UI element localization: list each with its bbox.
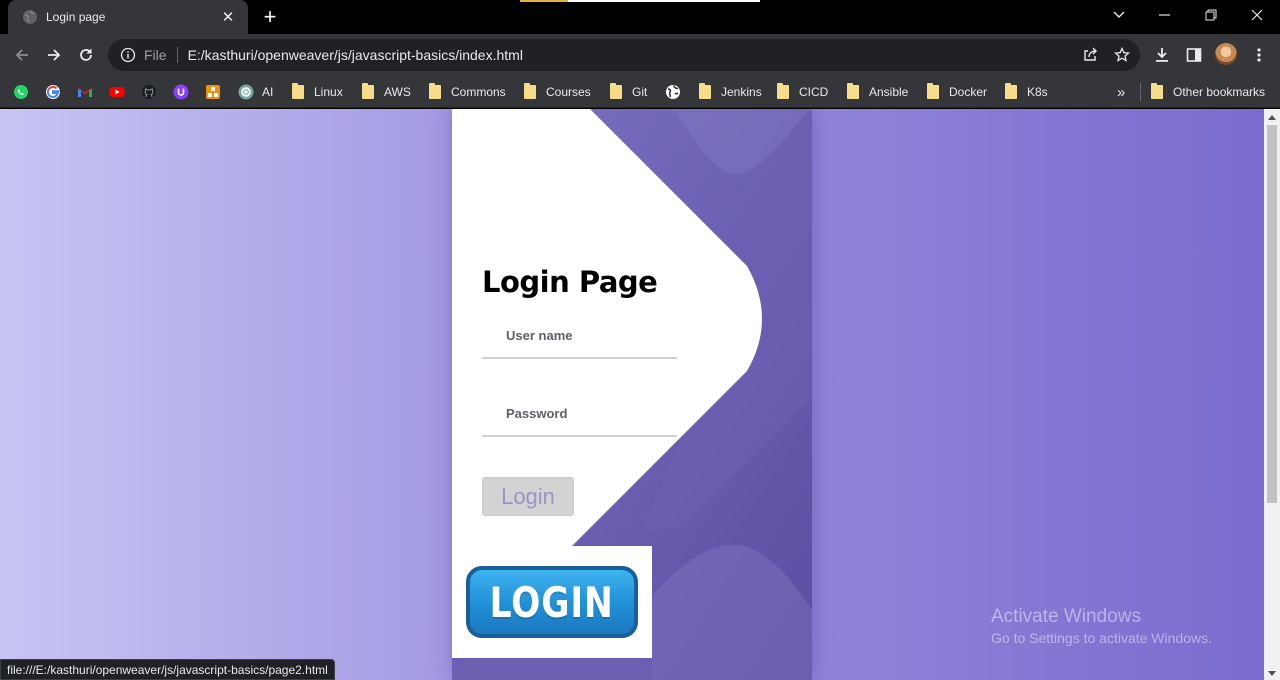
tab-close-icon[interactable]: ✕ [218,8,238,26]
login-image-button[interactable]: LOGIN [452,546,652,658]
bookmark-folder-jenkins[interactable]: Jenkins [697,81,762,103]
bookmark-label: Docker [949,85,988,99]
bookmarks-divider [1140,83,1141,101]
bookmark-github[interactable] [141,81,157,103]
globe-icon [665,84,681,100]
username-input[interactable]: User name [482,321,677,359]
bookmark-label: Linux [314,85,343,99]
u-icon [173,84,189,100]
bookmark-youtube[interactable] [109,81,125,103]
other-bookmarks-folder[interactable]: Other bookmarks [1149,81,1265,103]
watermark-title: Activate Windows [991,606,1141,627]
url-scheme: File [144,47,167,63]
bookmark-whatsapp[interactable] [13,81,29,103]
bookmarks-bar: AI Linux AWS Commons Courses Git Jenkins… [0,76,1280,108]
globe-icon [22,9,38,25]
folder-icon [1149,83,1165,100]
scroll-down-icon[interactable] [1268,671,1276,676]
whatsapp-icon [13,84,29,100]
folder-icon [522,83,538,100]
login-image-pill[interactable]: LOGIN [466,566,638,638]
back-icon[interactable] [8,41,36,69]
bookmark-label: Jenkins [721,85,762,99]
bookmark-globe[interactable] [665,81,681,103]
github-icon [141,84,157,100]
bookmark-folder-git[interactable]: Git [608,81,647,103]
bookmark-label: Courses [546,85,591,99]
close-window-icon[interactable] [1234,0,1280,30]
bookmark-label: AWS [384,85,411,99]
minimize-icon[interactable] [1142,0,1188,30]
title-bar: Login page ✕ + [0,0,1280,34]
url-divider [176,47,178,63]
tab-title: Login page [46,10,106,24]
bookmark-label: CICD [799,85,829,99]
other-bookmarks-label: Other bookmarks [1173,85,1266,99]
bookmark-gmail[interactable] [77,81,93,103]
bookmark-orange[interactable] [205,81,221,103]
login-image-text: LOGIN [489,577,614,627]
folder-icon [427,83,443,100]
address-bar[interactable]: File E:/kasthuri/openweaver/js/javascrip… [108,39,1140,71]
side-panel-icon[interactable] [1180,41,1208,69]
page-title: Login Page [482,265,658,299]
bookmark-label: Ansible [869,85,909,99]
youtube-icon [109,84,125,100]
folder-icon [1003,83,1019,100]
profile-avatar[interactable] [1215,43,1237,65]
share-icon[interactable] [1076,41,1104,69]
menu-icon[interactable] [1245,41,1273,69]
folder-icon [360,83,376,100]
bookmark-folder-aws[interactable]: AWS [360,81,411,103]
orange-icon [205,84,221,100]
bookmark-folder-linux[interactable]: Linux [290,81,343,103]
gmail-icon [77,84,93,100]
scrollbar-thumb[interactable] [1267,125,1277,503]
login-button[interactable]: Login [482,477,574,516]
chatgpt-icon [238,84,254,100]
url-text[interactable]: E:/kasthuri/openweaver/js/javascript-bas… [188,47,523,63]
activate-windows-watermark: Activate Windows Go to Settings to activ… [991,606,1212,646]
bookmark-google[interactable] [45,81,61,103]
google-icon [45,84,61,100]
browser-tab[interactable]: Login page ✕ [8,0,248,34]
scroll-up-icon[interactable] [1268,115,1276,120]
bookmark-folder-cicd[interactable]: CICD [775,81,828,103]
bookmark-label: Git [632,85,648,99]
folder-icon [608,83,624,100]
page-viewport: Login Page User name Password Login LOGI… [0,109,1264,680]
restore-icon[interactable] [1188,0,1234,30]
bookmarks-overflow-button[interactable]: » [1117,81,1125,103]
bookmark-folder-courses[interactable]: Courses [522,81,591,103]
bookmark-ai[interactable]: AI [238,81,273,103]
folder-icon [290,83,306,100]
watermark-subtitle: Go to Settings to activate Windows. [991,630,1212,646]
folder-icon [697,83,713,100]
bookmark-folder-commons[interactable]: Commons [427,81,506,103]
bookmark-folder-k8s[interactable]: K8s [1003,81,1048,103]
window-indicator-accent [520,0,568,2]
bookmark-label: AI [262,85,274,99]
bookmark-star-icon[interactable] [1108,41,1136,69]
vertical-scrollbar[interactable] [1264,109,1280,680]
folder-icon [775,83,791,100]
chevron-double-right-icon: » [1117,83,1126,101]
download-icon[interactable] [1148,41,1176,69]
site-info-icon[interactable] [120,47,136,63]
bookmark-label: Commons [451,85,506,99]
bookmark-folder-docker[interactable]: Docker [925,81,987,103]
reload-icon[interactable] [72,41,100,69]
forward-icon[interactable] [40,41,68,69]
bookmark-u[interactable] [173,81,189,103]
folder-icon [845,83,861,100]
password-input[interactable]: Password [482,399,677,437]
browser-toolbar: File E:/kasthuri/openweaver/js/javascrip… [0,34,1280,76]
bookmark-folder-ansible[interactable]: Ansible [845,81,908,103]
tab-search-icon[interactable] [1096,0,1142,30]
folder-icon [925,83,941,100]
new-tab-button[interactable]: + [258,6,282,28]
bookmark-label: K8s [1027,85,1048,99]
link-status-bar: file:///E:/kasthuri/openweaver/js/javasc… [0,659,335,680]
login-form: Login Page User name Password [482,265,682,437]
